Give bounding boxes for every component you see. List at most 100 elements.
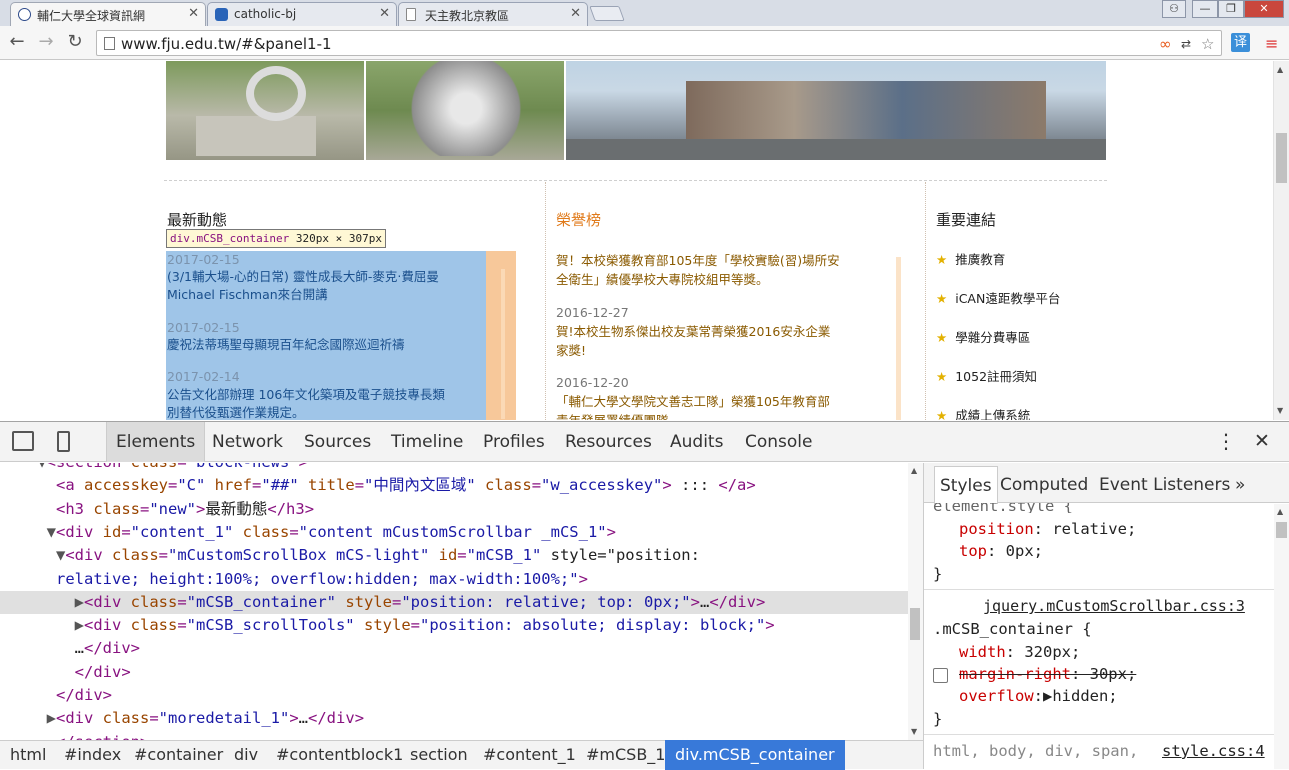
tooltip-size: 320px × 307px <box>295 232 382 245</box>
more-tabs-icon[interactable]: » <box>1235 475 1245 495</box>
address-bar[interactable]: www.fju.edu.tw/#&panel1-1 ∞ ⇄ ☆ <box>96 30 1222 56</box>
tab-event-listeners[interactable]: Event Listeners <box>1099 475 1230 495</box>
breadcrumb-item[interactable]: section <box>410 745 468 764</box>
back-arrow-icon[interactable]: ← <box>6 32 28 52</box>
news-link[interactable]: Michael Fischman來台開講 <box>167 286 328 304</box>
news-link[interactable]: 公告文化部辦理 106年文化築項及電子競技專長類 <box>167 386 445 404</box>
stylesheet-link[interactable]: style.css:4 <box>1162 742 1265 760</box>
dom-tree: ▼<section class="block-news"> <a accessk… <box>0 463 908 740</box>
style-decl[interactable]: overflow:▶hidden; <box>959 687 1118 705</box>
stylesheet-link[interactable]: jquery.mCustomScrollbar.css:3 <box>983 597 1245 615</box>
dom-node[interactable]: ▼<div id="content_1" class="content mCus… <box>0 521 908 544</box>
bookmark-star-icon[interactable]: ☆ <box>1201 35 1214 53</box>
dom-node[interactable]: <h3 class="new">最新動態</h3> <box>0 498 908 521</box>
devtools-close-icon[interactable]: ✕ <box>1254 430 1270 452</box>
new-tab-button[interactable] <box>589 6 625 21</box>
dom-node[interactable]: ▼<section class="block-news"> <box>0 463 908 474</box>
breadcrumb-item[interactable]: html <box>10 745 46 764</box>
extension-icon[interactable]: ∞ <box>1159 35 1172 53</box>
dom-node[interactable]: relative; height:100%; overflow:hidden; … <box>0 568 908 591</box>
close-tab-icon[interactable]: ✕ <box>188 6 199 21</box>
breadcrumb-item[interactable]: #container <box>134 745 223 764</box>
maximize-button[interactable]: ❐ <box>1218 0 1244 18</box>
breadcrumb-item[interactable]: #content_1 <box>483 745 576 764</box>
tab-elements[interactable]: Elements <box>106 422 206 462</box>
browser-tab-beijing[interactable]: 天主教北京教區 ✕ <box>398 2 588 26</box>
close-tab-icon[interactable]: ✕ <box>379 6 390 21</box>
tab-console[interactable]: Console <box>745 432 813 452</box>
dom-node[interactable]: </div> <box>0 684 908 707</box>
link-label: 成績上傳系統 <box>955 408 1031 420</box>
honor-item[interactable]: 「輔仁大學文學院文善志工隊」榮獲105年教育部青年發展署績優團隊 <box>556 392 878 420</box>
tab-computed[interactable]: Computed <box>1000 475 1088 495</box>
scroll-thumb <box>910 608 920 640</box>
dom-tree-scrollbar[interactable]: ▲ ▼ <box>908 463 923 740</box>
style-decl[interactable]: top: 0px; <box>959 542 1043 560</box>
tab-timeline[interactable]: Timeline <box>391 432 463 452</box>
tab-styles[interactable]: Styles <box>934 466 998 504</box>
browser-tab-catholic[interactable]: catholic-bj ✕ <box>207 2 397 26</box>
translate-extension-icon[interactable]: 译 <box>1231 33 1250 52</box>
link-label: 學雜分費專區 <box>955 330 1031 345</box>
dom-node[interactable]: </section> <box>0 731 908 740</box>
dom-node-selected[interactable]: ▶<div class="mCSB_container" style="posi… <box>0 590 908 615</box>
inspect-element-icon[interactable] <box>12 431 34 451</box>
tab-resources[interactable]: Resources <box>565 432 652 452</box>
breadcrumb-item[interactable]: #mCSB_1 <box>586 745 665 764</box>
user-icon[interactable]: ⚇ <box>1162 0 1186 18</box>
dom-node[interactable]: ▼<div class="mCustomScrollBox mCS-light"… <box>0 544 908 567</box>
honor-date: 2016-12-27 <box>556 305 629 320</box>
minimize-button[interactable]: — <box>1192 0 1218 18</box>
honor-date: 2016-12-20 <box>556 375 629 390</box>
translate-icon[interactable]: ⇄ <box>1181 35 1191 53</box>
styles-scrollbar[interactable]: ▲ <box>1274 504 1289 769</box>
device-mode-icon[interactable] <box>57 431 70 452</box>
honor-scrollbar[interactable] <box>896 257 901 420</box>
dom-node[interactable]: <a accesskey="C" href="##" title="中間內文區域… <box>0 474 908 497</box>
page-info-icon[interactable] <box>104 37 115 50</box>
star-icon: ★ <box>936 291 948 306</box>
style-decl[interactable]: position: relative; <box>959 520 1136 538</box>
tab-audits[interactable]: Audits <box>670 432 723 452</box>
tab-network[interactable]: Network <box>212 432 283 452</box>
link-item[interactable]: ★ 1052註冊須知 <box>936 366 1037 385</box>
tab-profiles[interactable]: Profiles <box>483 432 545 452</box>
section-divider <box>164 180 1107 181</box>
browser-tab-fju[interactable]: 輔仁大學全球資訊網 ✕ <box>10 2 206 26</box>
breadcrumb-item[interactable]: #contentblock1 <box>276 745 403 764</box>
style-decl[interactable]: width: 320px; <box>959 643 1080 661</box>
link-item[interactable]: ★ iCAN遠距教學平台 <box>936 288 1060 307</box>
catholic-favicon-icon <box>215 8 228 21</box>
menu-icon[interactable]: ≡ <box>1265 34 1278 53</box>
reload-icon[interactable]: ↻ <box>64 32 86 52</box>
dom-node[interactable]: ▶<div class="moredetail_1">…</div> <box>0 707 908 730</box>
close-tab-icon[interactable]: ✕ <box>570 6 581 21</box>
news-link[interactable]: 別替代役甄選作業規定。 <box>167 404 305 420</box>
page-scrollbar[interactable]: ▲ ▼ <box>1273 61 1289 420</box>
honor-item[interactable]: 賀！本校榮獲教育部105年度「學校實驗(習)場所安 全衛生」績優學校大專院校組甲等… <box>556 251 878 289</box>
breadcrumb-item[interactable]: div <box>234 745 258 764</box>
dom-node[interactable]: ▶<div class="mCSB_scrollTools" style="po… <box>0 614 908 637</box>
link-item[interactable]: ★ 成績上傳系統 <box>936 405 1030 420</box>
column-divider <box>545 182 546 420</box>
rule-close: } <box>933 710 943 728</box>
tab-sources[interactable]: Sources <box>304 432 371 452</box>
breadcrumb-item[interactable]: #index <box>64 745 121 764</box>
devtools-menu-icon[interactable]: ⋮ <box>1216 429 1236 453</box>
honor-text: 青年發展署績優團隊 <box>556 411 878 420</box>
scroll-up-icon: ▲ <box>911 466 918 475</box>
news-link[interactable]: 慶祝法蒂瑪聖母顯現百年紀念國際巡迴祈禱 <box>167 336 405 354</box>
news-link[interactable]: (3/1輔大場-心的日常) 靈性成長大師-麥克‧費屈曼 <box>167 268 439 286</box>
style-decl-overridden[interactable]: margin-right: 30px; <box>959 665 1136 683</box>
news-date: 2017-02-15 <box>167 320 240 335</box>
dom-node[interactable]: …</div> <box>0 637 908 660</box>
forward-arrow-icon[interactable]: → <box>35 32 57 52</box>
disable-property-checkbox[interactable] <box>933 668 948 683</box>
breadcrumb-item[interactable]: div.mCSB_container <box>665 740 845 770</box>
link-item[interactable]: ★ 學雜分費專區 <box>936 327 1030 346</box>
links-heading: 重要連結 <box>936 211 997 229</box>
link-item[interactable]: ★ 推廣教育 <box>936 249 1005 268</box>
dom-node[interactable]: </div> <box>0 661 908 684</box>
close-window-button[interactable]: ✕ <box>1244 0 1284 18</box>
honor-item[interactable]: 賀!本校生物系傑出校友葉常菁榮獲2016安永企業 家獎! <box>556 322 878 360</box>
